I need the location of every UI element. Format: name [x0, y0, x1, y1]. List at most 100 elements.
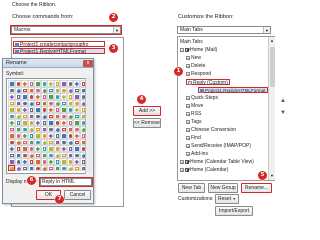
new-tab-label: New Tab — [181, 185, 202, 191]
ribbon-tabs-select[interactable]: Main Tabs ▼ — [177, 26, 271, 34]
tree-item-label: Respond — [191, 71, 212, 77]
import-export-label: Import/Export — [218, 208, 249, 214]
tree-item-chinese-conversion[interactable]: + Chinese Conversion — [186, 127, 236, 133]
expand-icon[interactable]: + — [180, 159, 184, 164]
move-up-button[interactable]: ▲ — [280, 98, 286, 104]
chevron-down-icon[interactable]: ▼ — [263, 27, 270, 33]
step-badge-1: 1 — [174, 67, 183, 76]
macro-item-replyinhtml[interactable]: Project1.ReplyinHTMLFormat — [13, 48, 105, 55]
tree-item-delete[interactable]: + Delete — [186, 63, 205, 69]
tree-item-label: Send/Receive (IMAP/POP) — [191, 143, 252, 149]
tree-item-respond[interactable]: + Respond — [186, 71, 211, 77]
rename-dialog-title: Rename — [6, 60, 27, 66]
reset-button[interactable]: Reset ▼ — [215, 194, 239, 204]
expand-icon[interactable]: + — [186, 103, 190, 108]
tree-item-label: Tags — [191, 119, 202, 125]
tree-item-home-calendar[interactable]: + Home (Calendar) — [180, 167, 228, 173]
expand-icon[interactable]: + — [186, 135, 190, 140]
checkbox-icon[interactable] — [185, 159, 189, 164]
left-panel-title: Choose the Ribbon. — [12, 2, 57, 8]
remove-button[interactable]: << Remove — [133, 118, 161, 128]
display-name-highlight — [39, 177, 93, 187]
tree-item-move[interactable]: + Move — [186, 103, 203, 109]
step-badge-4: 4 — [137, 95, 146, 104]
tree-item-label: Delete — [191, 63, 206, 69]
expand-icon[interactable]: + — [186, 143, 190, 148]
tree-item-home-calendar-table[interactable]: + Home (Calendar Table View) — [180, 159, 254, 165]
step-badge-2: 2 — [109, 13, 118, 22]
tree-item-rss[interactable]: + RSS — [186, 111, 201, 117]
collapse-icon[interactable]: − — [180, 47, 184, 52]
rename-button[interactable]: Rename... — [241, 183, 272, 193]
expand-icon[interactable]: + — [186, 151, 190, 156]
tree-item-tags[interactable]: + Tags — [186, 119, 202, 125]
close-button[interactable]: x — [83, 60, 93, 67]
remove-button-label: << Remove — [134, 120, 160, 126]
macro-icon — [200, 88, 204, 93]
checkbox-icon[interactable] — [185, 47, 189, 52]
expand-icon[interactable]: + — [186, 63, 190, 68]
symbol-grid-scrollbar[interactable] — [85, 78, 92, 174]
tree-item-label: RSS — [191, 111, 202, 117]
new-group-button[interactable]: New Group — [208, 183, 238, 193]
tree-item-label: Project1.ReplyinHTMLFormat — [205, 88, 266, 93]
collapse-icon[interactable]: − — [188, 80, 192, 85]
symbol-label: Symbol: — [6, 71, 25, 77]
macro-icon — [15, 49, 19, 54]
choose-commands-label: Choose commands from: — [12, 14, 74, 20]
add-button[interactable]: Add >> — [133, 106, 161, 116]
scroll-thumb[interactable] — [270, 47, 275, 87]
tree-item-label: Home (Calendar Table View) — [190, 159, 254, 165]
tree-item-quick-steps[interactable]: + Quick Steps — [186, 95, 218, 101]
tree-item-reply-custom[interactable]: − Reply (Custom) — [186, 79, 230, 86]
tree-item-label: Move — [191, 103, 204, 109]
tree-item-label: Home (Mail) — [190, 47, 218, 53]
expand-icon[interactable]: + — [186, 119, 190, 124]
cancel-button[interactable]: Cancel — [64, 190, 91, 200]
scroll-down-icon[interactable]: ▼ — [270, 173, 274, 178]
scroll-up-icon[interactable]: ▲ — [270, 38, 274, 43]
tree-item-label: Add-ins — [191, 151, 208, 157]
customizations-label: Customizations: — [178, 196, 214, 202]
expand-icon[interactable]: + — [186, 127, 190, 132]
step-badge-7: 7 — [55, 195, 64, 204]
tree-item-find[interactable]: + Find — [186, 135, 201, 141]
cancel-button-label: Cancel — [69, 192, 86, 198]
tree-item-label: Reply (Custom) — [193, 80, 228, 86]
symbol-grid[interactable] — [6, 78, 92, 174]
tree-item-home-mail[interactable]: − Home (Mail) — [180, 47, 217, 53]
tree-item-label: Quick Steps — [191, 95, 218, 101]
step-badge-6: 6 — [27, 176, 36, 185]
tree-header: Main Tabs — [180, 39, 203, 45]
macro-icon — [15, 42, 19, 47]
new-group-label: New Group — [210, 185, 236, 191]
expand-icon[interactable]: + — [186, 55, 190, 60]
customize-ribbon-label: Customize the Ribbon: — [178, 14, 234, 20]
tree-item-label: Find — [191, 135, 201, 141]
expand-icon[interactable]: + — [186, 71, 190, 76]
tree-item-add-ins[interactable]: + Add-ins — [186, 151, 208, 157]
macro-label: Project1.ReplyinHTMLFormat — [20, 49, 86, 55]
ribbon-tabs-value: Main Tabs — [180, 27, 203, 33]
tree-item-new[interactable]: + New — [186, 55, 201, 61]
rename-label: Rename... — [244, 185, 269, 191]
new-tab-button[interactable]: New Tab — [178, 183, 205, 193]
tree-item-send-receive[interactable]: + Send/Receive (IMAP/POP) — [186, 143, 251, 149]
ribbon-tree-scrollbar[interactable]: ▲ ▼ — [268, 37, 275, 180]
tree-item-label: Home (Calendar) — [190, 167, 229, 173]
chevron-down-icon: ▼ — [232, 197, 236, 201]
import-export-button[interactable]: Import/Export — [215, 206, 253, 216]
expand-icon[interactable]: + — [186, 111, 190, 116]
expand-icon[interactable]: + — [180, 167, 184, 172]
expand-icon[interactable]: + — [186, 95, 190, 100]
tree-item-label: New — [191, 55, 202, 61]
move-down-button[interactable]: ▼ — [280, 110, 286, 116]
tree-item-label: Chinese Conversion — [191, 127, 237, 133]
macro-item-createcontact[interactable]: Project1.createcontactgroupfro — [13, 41, 105, 48]
checkbox-icon[interactable] — [185, 167, 189, 172]
commands-from-highlight — [10, 25, 122, 35]
reset-label: Reset — [218, 196, 232, 202]
add-button-label: Add >> — [138, 108, 156, 114]
rename-dialog: Rename x Symbol: Display name: Reply in … — [2, 58, 94, 204]
tree-item-replyinhtml[interactable]: Project1.ReplyinHTMLFormat — [198, 87, 268, 93]
